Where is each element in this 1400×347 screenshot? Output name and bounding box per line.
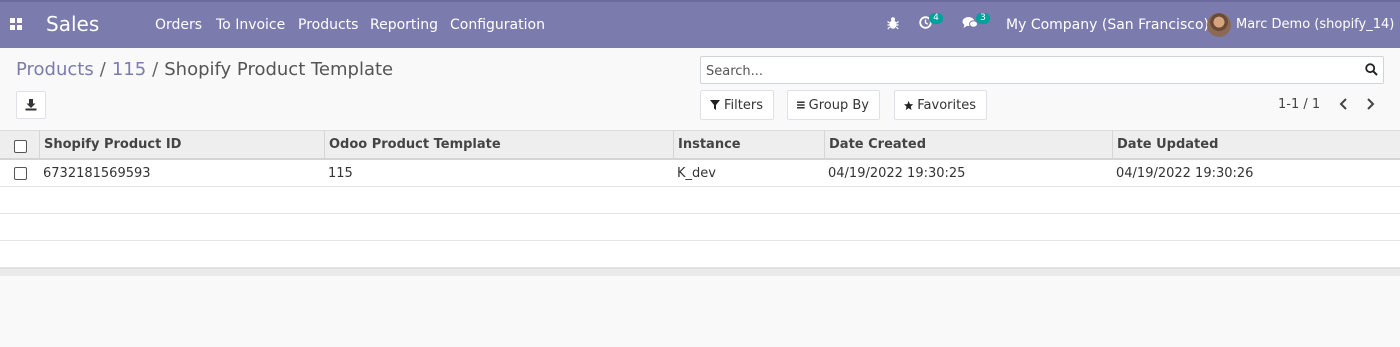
cell-date-updated: 04/19/2022 19:30:26: [1116, 165, 1254, 181]
top-navbar: Sales Orders To Invoice Products Reporti…: [0, 0, 1400, 48]
debug-bug-icon[interactable]: [887, 16, 899, 34]
cell-shopify-product-id: 6732181569593: [43, 165, 151, 181]
row-select-checkbox[interactable]: [14, 167, 27, 180]
cell-date-created: 04/19/2022 19:30:25: [828, 165, 966, 181]
search-icon[interactable]: [1365, 63, 1378, 76]
menu-orders[interactable]: Orders: [155, 17, 202, 33]
activity-count-badge: 4: [929, 13, 943, 24]
breadcrumb-separator: /: [99, 59, 106, 80]
list-table: Shopify Product ID Odoo Product Template…: [0, 130, 1400, 276]
export-download-button[interactable]: [16, 91, 46, 119]
chevron-left-icon: [1339, 98, 1347, 110]
empty-table-row: [0, 241, 1400, 268]
empty-table-row: [0, 214, 1400, 241]
pager-value[interactable]: 1-1 / 1: [1278, 97, 1320, 112]
pager-next-button[interactable]: [1362, 96, 1378, 112]
download-icon: [25, 99, 37, 111]
filters-label: Filters: [724, 97, 763, 113]
table-row[interactable]: 6732181569593 115 K_dev 04/19/2022 19:30…: [0, 160, 1400, 187]
user-name: Marc Demo (shopify_14): [1236, 17, 1395, 32]
pager-previous-button[interactable]: [1336, 96, 1352, 112]
company-switcher[interactable]: My Company (San Francisco): [1006, 17, 1209, 33]
menu-products[interactable]: Products: [298, 17, 358, 33]
search-input[interactable]: [706, 62, 1346, 80]
favorites-label: Favorites: [917, 97, 976, 113]
app-name[interactable]: Sales: [46, 12, 99, 36]
menu-configuration[interactable]: Configuration: [450, 17, 545, 33]
filters-button[interactable]: Filters: [700, 90, 774, 120]
select-all-checkbox[interactable]: [14, 140, 27, 153]
messages-chat-icon[interactable]: 3: [962, 13, 990, 33]
star-icon: [904, 100, 914, 110]
empty-table-row: [0, 187, 1400, 214]
group-by-label: Group By: [808, 97, 869, 113]
column-header-date-created[interactable]: Date Created: [824, 131, 1112, 158]
page-title: Shopify Product Template: [164, 59, 394, 80]
column-header-instance[interactable]: Instance: [673, 131, 824, 158]
breadcrumb-record-115[interactable]: 115: [112, 59, 146, 80]
filter-funnel-icon: [710, 100, 720, 110]
cell-instance: K_dev: [677, 165, 716, 181]
group-by-button[interactable]: Group By: [787, 90, 880, 120]
column-header-shopify-product-id[interactable]: Shopify Product ID: [39, 131, 324, 158]
message-count-badge: 3: [976, 13, 990, 24]
favorites-button[interactable]: Favorites: [894, 90, 987, 120]
menu-to-invoice[interactable]: To Invoice: [216, 17, 285, 33]
activity-clock-icon[interactable]: 4: [919, 13, 943, 33]
column-header-odoo-product-template[interactable]: Odoo Product Template: [324, 131, 673, 158]
breadcrumb-products[interactable]: Products: [16, 59, 94, 80]
search-bar[interactable]: [700, 56, 1384, 84]
apps-menu-icon[interactable]: [10, 18, 22, 30]
table-footer: [0, 268, 1400, 276]
cell-odoo-product-template: 115: [328, 165, 353, 181]
column-header-date-updated[interactable]: Date Updated: [1112, 131, 1400, 158]
breadcrumb-separator: /: [152, 59, 159, 80]
breadcrumb: Products/115/Shopify Product Template: [16, 59, 393, 80]
table-header-row: Shopify Product ID Odoo Product Template…: [0, 130, 1400, 160]
chevron-right-icon: [1367, 98, 1375, 110]
group-by-bars-icon: [797, 101, 805, 109]
menu-reporting[interactable]: Reporting: [370, 17, 438, 33]
avatar: [1207, 13, 1231, 37]
